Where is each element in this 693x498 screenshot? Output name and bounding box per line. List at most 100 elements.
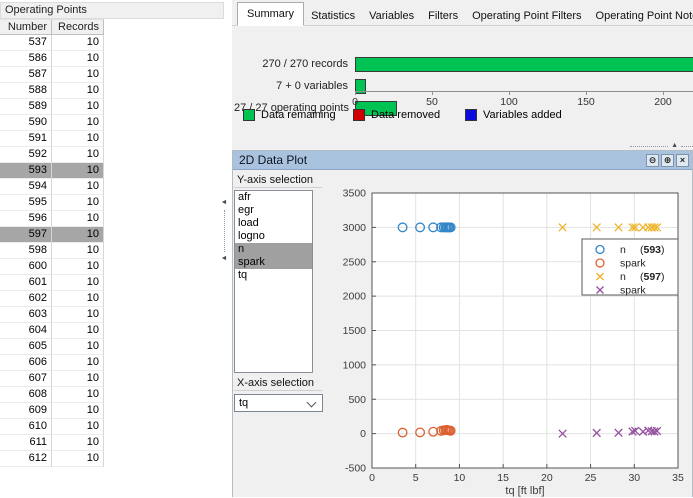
tab-variables[interactable]: Variables [362,5,421,26]
svg-text:500: 500 [348,394,366,406]
records-cell: 10 [52,435,104,451]
number-cell: 612 [0,451,52,467]
table-row[interactable]: 594 10 [0,179,224,195]
number-cell: 600 [0,259,52,275]
records-cell: 10 [52,67,104,83]
axis-tick [432,91,433,95]
chevron-down-icon [306,397,317,408]
records-cell: 10 [52,131,104,147]
splitter-handle[interactable] [681,145,693,147]
horizontal-splitter[interactable]: ▲ [232,142,693,150]
tab-operating-point-notes[interactable]: Operating Point Notes [589,5,693,26]
number-cell: 589 [0,99,52,115]
table-row[interactable]: 610 10 [0,419,224,435]
axis-tick [509,91,510,95]
y-axis-item-n[interactable]: n [235,243,312,256]
y-axis-item-spark[interactable]: spark [235,256,312,269]
table-row[interactable]: 587 10 [0,67,224,83]
tab-statistics[interactable]: Statistics [304,5,362,26]
number-cell: 611 [0,435,52,451]
table-row[interactable]: 612 10 [0,451,224,467]
legend-label: Data remaining [261,109,336,121]
y-axis-selection-list[interactable]: afr egr load logno n spark tq [234,190,313,373]
table-row[interactable]: 588 10 [0,83,224,99]
records-cell: 10 [52,211,104,227]
number-cell: 587 [0,67,52,83]
table-row[interactable]: 600 10 [0,259,224,275]
legend-swatch [465,109,477,121]
svg-text:2500: 2500 [343,256,367,268]
table-row[interactable]: 603 10 [0,307,224,323]
svg-text:35: 35 [672,472,684,484]
number-cell: 602 [0,291,52,307]
collapse-left-icon[interactable]: ◄ [221,254,228,264]
table-row[interactable]: 591 10 [0,131,224,147]
y-axis-item-afr[interactable]: afr [235,191,312,204]
legend-label: Data removed [371,109,441,121]
records-cell: 10 [52,179,104,195]
y-axis-item-logno[interactable]: logno [235,230,312,243]
legend-swatch [353,109,365,121]
table-row[interactable]: 593 10 [0,163,224,179]
table-row[interactable]: 608 10 [0,387,224,403]
legend-swatch [243,109,255,121]
svg-text:3500: 3500 [343,188,367,200]
table-row[interactable]: 596 10 [0,211,224,227]
table-row[interactable]: 605 10 [0,339,224,355]
legend-group: (597) [640,271,665,283]
table-row[interactable]: 611 10 [0,435,224,451]
svg-text:1500: 1500 [343,325,367,337]
collapse-up-icon[interactable]: ▲ [671,142,678,150]
summary-x-axis [355,91,693,92]
number-cell: 609 [0,403,52,419]
x-axis-combo[interactable]: tq [234,394,323,412]
number-cell: 537 [0,35,52,51]
tab-operating-point-filters[interactable]: Operating Point Filters [465,5,588,26]
number-cell: 595 [0,195,52,211]
number-cell: 596 [0,211,52,227]
y-axis-item-egr[interactable]: egr [235,204,312,217]
records-cell: 10 [52,147,104,163]
tab-summary[interactable]: Summary [237,2,305,26]
splitter-handle[interactable] [630,145,669,147]
svg-text:15: 15 [497,472,509,484]
table-row[interactable]: 597 10 [0,227,224,243]
splitter-handle[interactable] [223,210,225,252]
table-row[interactable]: 606 10 [0,355,224,371]
table-row[interactable]: 595 10 [0,195,224,211]
svg-text:10: 10 [454,472,466,484]
tab-filters[interactable]: Filters [421,5,465,26]
x-axis-title: tq [ft lbf] [505,485,544,497]
number-cell: 604 [0,323,52,339]
table-row[interactable]: 601 10 [0,275,224,291]
vertical-splitter[interactable]: ◄ ◄ [218,198,230,264]
axis-tick [663,91,664,95]
table-row[interactable]: 598 10 [0,243,224,259]
table-row[interactable]: 590 10 [0,115,224,131]
legend-label: spark [620,285,646,297]
number-cell: 607 [0,371,52,387]
y-axis-item-tq[interactable]: tq [235,269,312,282]
collapse-left-icon[interactable]: ◄ [221,198,228,208]
table-row[interactable]: 586 10 [0,51,224,67]
svg-text:0: 0 [360,428,366,440]
axis-tick-label: 200 [654,96,672,108]
records-cell: 10 [52,339,104,355]
table-row[interactable]: 537 10 [0,35,224,51]
number-cell: 606 [0,355,52,371]
number-cell: 588 [0,83,52,99]
table-row[interactable]: 604 10 [0,323,224,339]
operating-points-table: 537 10 586 10 587 10 588 10 589 10 590 10 591 10 592 10… [0,35,224,467]
table-row[interactable]: 607 10 [0,371,224,387]
column-header-records: Records [52,19,104,35]
legend-label: n [620,244,626,256]
bar-category-label: 270 / 270 records [262,58,348,70]
table-row[interactable]: 609 10 [0,403,224,419]
y-axis-item-load[interactable]: load [235,217,312,230]
table-row[interactable]: 589 10 [0,99,224,115]
records-cell: 10 [52,35,104,51]
records-cell: 10 [52,51,104,67]
axis-tick-label: 50 [426,96,438,108]
table-row[interactable]: 592 10 [0,147,224,163]
table-row[interactable]: 602 10 [0,291,224,307]
